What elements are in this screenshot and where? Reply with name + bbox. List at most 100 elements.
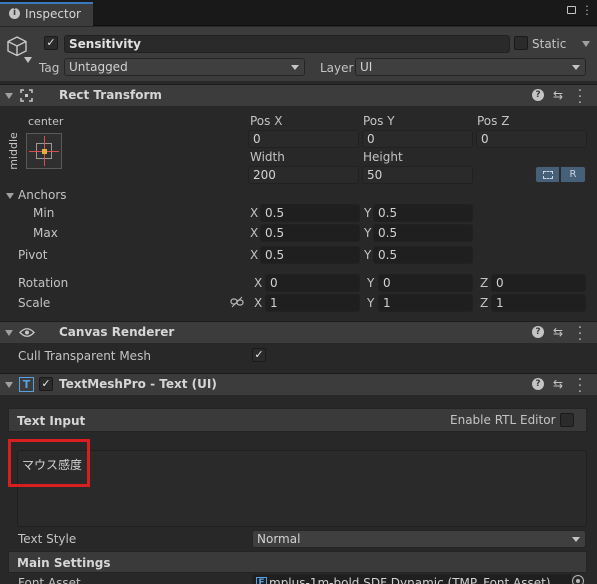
anchor-preset-button[interactable] xyxy=(26,133,62,169)
rect-transform-icon xyxy=(20,89,33,102)
tmp-title: TextMeshPro - Text (UI) xyxy=(59,377,217,391)
cube-dropdown-icon[interactable] xyxy=(24,57,32,63)
help-icon[interactable]: ? xyxy=(532,378,544,390)
scale-y-field[interactable]: 1 xyxy=(378,294,473,312)
enable-rtl-editor-checkbox[interactable] xyxy=(560,413,574,427)
width-field[interactable]: 200 xyxy=(248,166,359,184)
pivot-y-field[interactable]: 0.5 xyxy=(373,246,473,264)
anchor-min-y-field[interactable]: 0.5 xyxy=(373,204,473,222)
component-menu-icon[interactable]: · · · xyxy=(574,374,586,399)
raw-edit-button[interactable]: R xyxy=(560,166,586,183)
component-menu-icon[interactable]: · · · xyxy=(574,85,586,110)
anchor-min-label: Min xyxy=(33,206,55,220)
height-field[interactable]: 50 xyxy=(362,166,473,184)
pos-z-label: Pos Z xyxy=(477,114,510,128)
constrain-proportions-link-icon[interactable] xyxy=(230,296,244,308)
gameobject-cube-icon xyxy=(7,36,27,57)
pos-z-field[interactable]: 0 xyxy=(476,130,587,148)
chevron-down-icon xyxy=(572,537,580,542)
static-checkbox[interactable] xyxy=(514,36,528,50)
scale-x-field[interactable]: 1 xyxy=(265,294,360,312)
raw-edit-label: R xyxy=(569,169,577,180)
scale-z-field[interactable]: 1 xyxy=(491,294,586,312)
font-asset-field[interactable]: F mplus-1m-bold SDF Dynamic (TMP_Font As… xyxy=(252,574,572,584)
max-y-axis-label: Y xyxy=(364,226,372,240)
preset-sliders-icon[interactable]: ⇆ xyxy=(552,378,564,390)
active-checkbox[interactable]: ✓ xyxy=(44,36,58,50)
anchor-preset-dot xyxy=(42,149,47,154)
layer-value: UI xyxy=(360,60,373,74)
anchor-max-y-field[interactable]: 0.5 xyxy=(373,224,473,242)
pivot-x-axis-label: X xyxy=(250,248,259,262)
rotation-x-field[interactable]: 0 xyxy=(265,274,360,292)
pivot-label: Pivot xyxy=(18,248,48,262)
text-style-dropdown[interactable]: Normal xyxy=(252,530,586,548)
canvas-renderer-header[interactable]: Canvas Renderer ? ⇆ · · · xyxy=(0,321,597,347)
tab-inspector[interactable]: i Inspector xyxy=(0,2,93,26)
pivot-x-field[interactable]: 0.5 xyxy=(260,246,360,264)
tmp-header[interactable]: T ✓ TextMeshPro - Text (UI) ? ⇆ · · · xyxy=(0,373,597,399)
rotation-y-field[interactable]: 0 xyxy=(378,274,473,292)
static-dropdown-icon[interactable] xyxy=(582,41,590,47)
text-component-icon: T xyxy=(19,377,34,392)
max-x-axis-label: X xyxy=(250,226,259,240)
object-name-field[interactable]: Sensitivity xyxy=(64,35,510,53)
tab-inspector-label: Inspector xyxy=(25,7,81,21)
tag-label: Tag xyxy=(39,61,60,75)
help-icon[interactable]: ? xyxy=(532,89,544,101)
object-picker-icon[interactable] xyxy=(572,575,584,584)
object-picker-dot xyxy=(576,579,580,583)
pos-y-label: Pos Y xyxy=(363,114,395,128)
cull-transparent-mesh-checkbox[interactable]: ✓ xyxy=(252,348,266,362)
scale-y-axis-label: Y xyxy=(367,296,375,310)
foldout-icon[interactable] xyxy=(5,330,13,336)
rotation-label: Rotation xyxy=(18,276,69,290)
font-asset-value: mplus-1m-bold SDF Dynamic (TMP_Font Asse… xyxy=(269,576,551,584)
min-x-axis-label: X xyxy=(250,206,259,220)
rect-transform-header[interactable]: Rect Transform ? ⇆ · · · xyxy=(0,84,597,110)
enable-rtl-editor-label: Enable RTL Editor xyxy=(450,413,556,427)
foldout-icon[interactable] xyxy=(5,93,13,99)
tmp-enabled-checkbox[interactable]: ✓ xyxy=(39,377,53,391)
text-input-area[interactable]: マウス感度 xyxy=(17,450,587,527)
font-asset-label: Font Asset xyxy=(18,576,81,584)
chevron-down-icon xyxy=(291,65,299,70)
foldout-icon[interactable] xyxy=(5,382,13,388)
rect-transform-title: Rect Transform xyxy=(59,88,162,102)
canvas-renderer-title: Canvas Renderer xyxy=(59,325,175,339)
anchor-min-x-field[interactable]: 0.5 xyxy=(260,204,360,222)
kebab-menu-icon[interactable]: · · · xyxy=(584,1,590,20)
tag-dropdown[interactable]: Untagged xyxy=(64,58,305,76)
preset-sliders-icon[interactable]: ⇆ xyxy=(552,89,564,101)
rotation-z-field[interactable]: 0 xyxy=(491,274,586,292)
chevron-down-icon xyxy=(572,65,580,70)
component-menu-icon[interactable]: · · · xyxy=(574,322,586,347)
scale-z-axis-label: Z xyxy=(480,296,489,310)
preset-sliders-icon[interactable]: ⇆ xyxy=(552,326,564,338)
lock-icon[interactable] xyxy=(567,6,576,14)
pos-y-field[interactable]: 0 xyxy=(362,130,473,148)
text-style-label: Text Style xyxy=(18,532,77,546)
anchor-max-x-field[interactable]: 0.5 xyxy=(260,224,360,242)
main-settings-label: Main Settings xyxy=(17,556,111,570)
anchors-label: Anchors xyxy=(18,188,67,202)
blueprint-icon xyxy=(543,171,553,179)
pivot-y-axis-label: Y xyxy=(364,248,372,262)
cull-transparent-mesh-label: Cull Transparent Mesh xyxy=(18,349,151,363)
layer-dropdown[interactable]: UI xyxy=(355,58,586,76)
pos-x-label: Pos X xyxy=(250,114,283,128)
eye-icon xyxy=(19,328,35,337)
scale-label: Scale xyxy=(18,296,51,310)
help-icon[interactable]: ? xyxy=(532,326,544,338)
blueprint-mode-button[interactable] xyxy=(535,166,560,183)
text-style-value: Normal xyxy=(257,532,301,546)
scale-x-axis-label: X xyxy=(254,296,263,310)
height-label: Height xyxy=(363,150,403,164)
width-label: Width xyxy=(250,150,285,164)
anchor-preset-h-label: center xyxy=(28,115,64,128)
min-y-axis-label: Y xyxy=(364,206,372,220)
info-icon: i xyxy=(9,8,20,19)
anchors-foldout-icon[interactable] xyxy=(6,193,14,199)
pos-x-field[interactable]: 0 xyxy=(248,130,359,148)
static-label: Static xyxy=(532,37,567,51)
